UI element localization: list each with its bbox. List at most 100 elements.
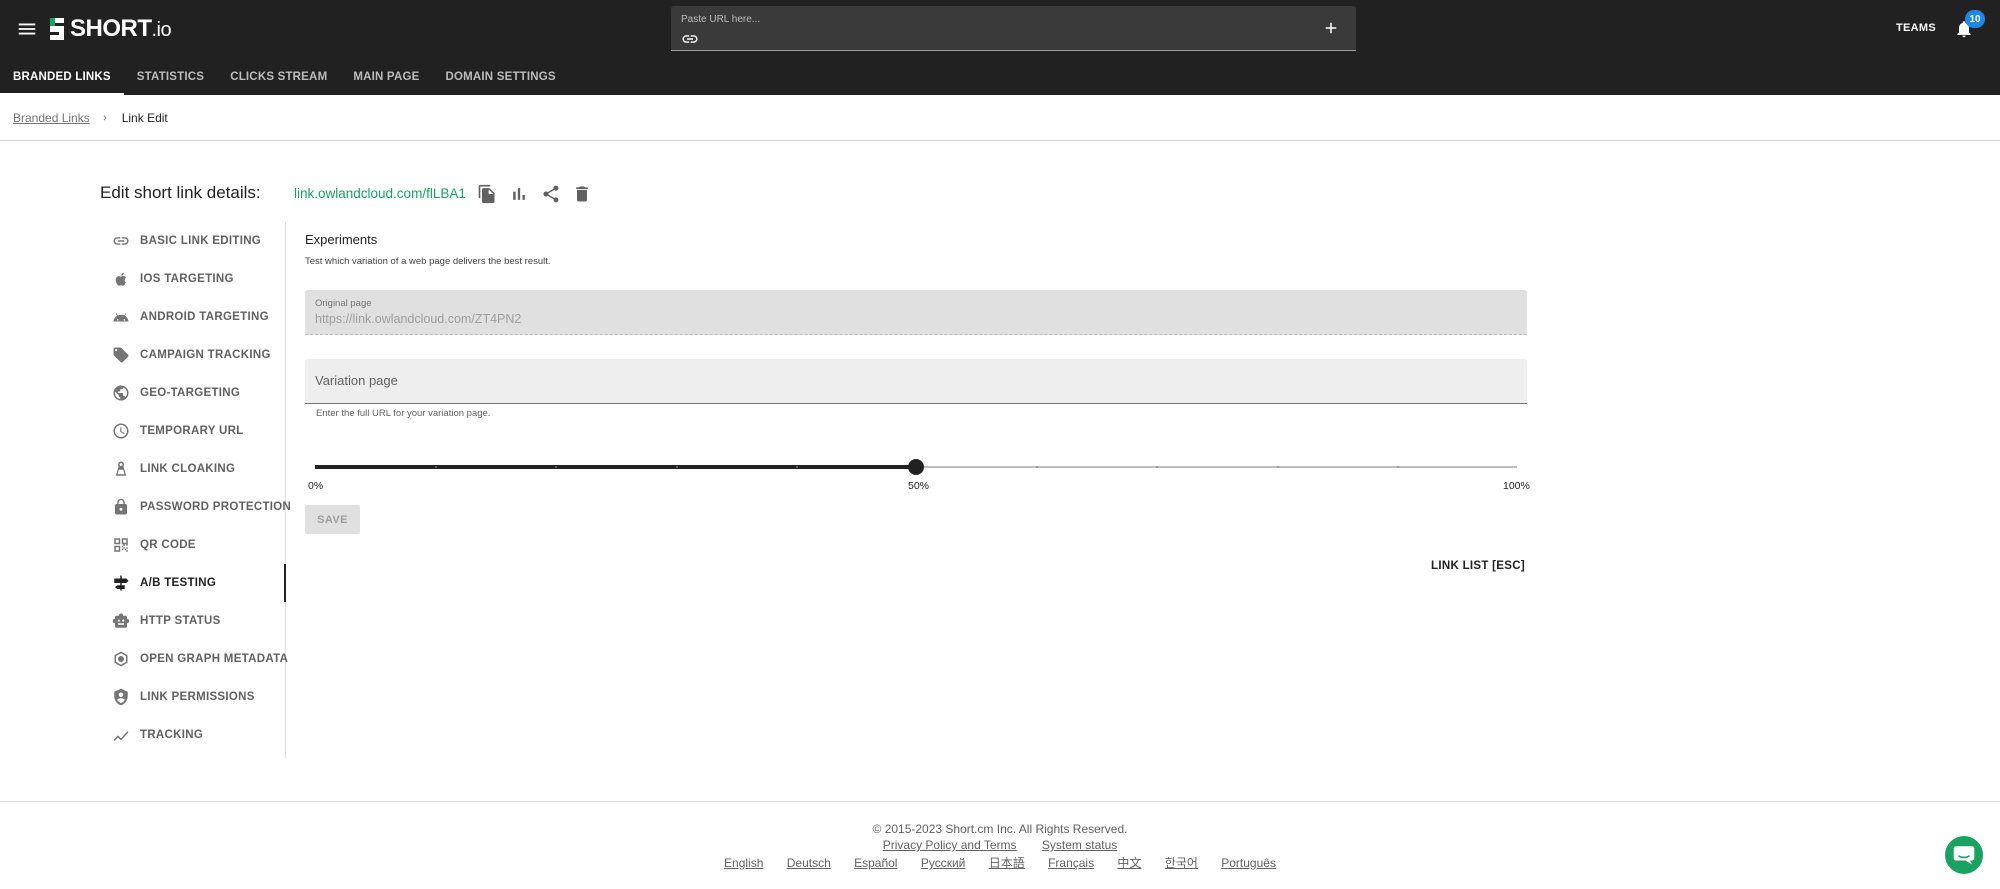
sidebar-item-label: PASSWORD PROTECTION xyxy=(140,501,292,513)
sidebar-item-campaign-tracking[interactable]: CAMPAIGN TRACKING xyxy=(100,336,286,374)
slider-thumb[interactable] xyxy=(908,459,924,475)
section-subtitle: Test which variation of a web page deliv… xyxy=(305,256,551,267)
hamburger-menu-icon[interactable] xyxy=(16,18,38,40)
sidebar-item-tracking[interactable]: TRACKING xyxy=(100,716,286,754)
sidebar-item-label: CAMPAIGN TRACKING xyxy=(140,349,271,361)
breadcrumb-branded-links[interactable]: Branded Links xyxy=(13,111,90,125)
copy-icon[interactable] xyxy=(477,184,497,204)
sidebar-item-label: GEO-TARGETING xyxy=(140,387,241,399)
slider-value-label: 50% xyxy=(908,480,930,492)
variation-page-placeholder: Variation page xyxy=(315,373,398,388)
sidebar-item-label: TEMPORARY URL xyxy=(140,425,244,437)
tab-branded-links[interactable]: BRANDED LINKS xyxy=(0,58,124,95)
top-bar: SHORT.io Paste URL here... TEAMS 10 BRAN… xyxy=(0,0,2000,95)
logo-text: SHORT.io xyxy=(70,15,172,42)
settings-sidebar: BASIC LINK EDITING IOS TARGETING ANDROID… xyxy=(100,222,291,758)
sidebar-item-android-targeting[interactable]: ANDROID TARGETING xyxy=(100,298,286,336)
slider-min-label: 0% xyxy=(308,480,324,492)
logo[interactable]: SHORT.io xyxy=(46,14,172,44)
footer: © 2015-2023 Short.cm Inc. All Rights Res… xyxy=(0,801,2000,889)
sidebar-item-http-status[interactable]: HTTP STATUS xyxy=(100,602,286,640)
language-japanese[interactable]: 日本語 xyxy=(989,856,1025,870)
shield-person-icon xyxy=(114,688,128,706)
tab-statistics[interactable]: STATISTICS xyxy=(124,58,217,95)
sidebar-item-label: LINK PERMISSIONS xyxy=(140,691,255,703)
chat-button[interactable] xyxy=(1945,836,1983,874)
globe-icon xyxy=(113,385,129,401)
copyright: © 2015-2023 Short.cm Inc. All Rights Res… xyxy=(872,822,1128,836)
original-page-field: Original page https://link.owlandcloud.c… xyxy=(305,290,1527,335)
system-status-link[interactable]: System status xyxy=(1042,838,1117,852)
tab-domain-settings[interactable]: DOMAIN SETTINGS xyxy=(432,58,568,95)
apple-icon xyxy=(115,272,127,286)
breadcrumb: Branded Links Link Edit xyxy=(0,95,2000,141)
language-english[interactable]: English xyxy=(724,856,763,870)
slider-tick xyxy=(675,466,678,468)
sidebar-item-label: A/B TESTING xyxy=(140,577,217,589)
sidebar-item-geo-targeting[interactable]: GEO-TARGETING xyxy=(100,374,286,412)
tag-icon xyxy=(113,347,129,363)
save-button[interactable]: SAVE xyxy=(305,505,360,534)
sidebar-item-open-graph-metadata[interactable]: OPEN GRAPH METADATA xyxy=(100,640,288,678)
slider-tick xyxy=(1396,466,1399,468)
footer-legal-links: Privacy Policy and Terms System status xyxy=(0,838,2000,852)
language-deutsch[interactable]: Deutsch xyxy=(787,856,831,870)
notification-badge: 10 xyxy=(1965,10,1985,28)
original-page-value: https://link.owlandcloud.com/ZT4PN2 xyxy=(315,312,522,326)
language-portugues[interactable]: Português xyxy=(1221,856,1276,870)
sidebar-item-ab-testing[interactable]: A/B TESTING xyxy=(100,564,286,602)
sidebar-item-password-protection[interactable]: PASSWORD PROTECTION xyxy=(100,488,291,526)
sidebar-item-ios-targeting[interactable]: IOS TARGETING xyxy=(100,260,286,298)
variation-helper-text: Enter the full URL for your variation pa… xyxy=(316,408,491,419)
split-icon xyxy=(114,575,129,591)
sidebar-item-link-permissions[interactable]: LINK PERMISSIONS xyxy=(100,678,286,716)
cloak-icon xyxy=(115,461,127,476)
graph-icon xyxy=(114,651,128,667)
slider-tick xyxy=(1036,466,1039,468)
sidebar-item-temporary-url[interactable]: TEMPORARY URL xyxy=(100,412,286,450)
language-espanol[interactable]: Español xyxy=(854,856,897,870)
teams-button[interactable]: TEAMS xyxy=(1896,22,1936,34)
sidebar-item-qr-code[interactable]: QR CODE xyxy=(100,526,286,564)
sidebar-item-label: LINK CLOAKING xyxy=(140,463,236,475)
slider-tick xyxy=(1156,466,1159,468)
slider-tick xyxy=(795,466,798,468)
sidebar-item-label: TRACKING xyxy=(140,729,204,741)
paste-url-input[interactable]: Paste URL here... xyxy=(671,6,1356,51)
main-tabs: BRANDED LINKS STATISTICS CLICKS STREAM M… xyxy=(0,58,569,95)
link-list-button[interactable]: LINK LIST [ESC] xyxy=(1431,560,1525,572)
breadcrumb-current: Link Edit xyxy=(121,110,168,125)
privacy-policy-link[interactable]: Privacy Policy and Terms xyxy=(883,838,1017,852)
android-icon xyxy=(113,313,129,322)
qr-code-icon xyxy=(114,538,128,552)
chevron-right-icon xyxy=(103,115,107,120)
tab-clicks-stream[interactable]: CLICKS STREAM xyxy=(217,58,340,95)
chat-icon xyxy=(1953,846,1975,865)
language-francais[interactable]: Français xyxy=(1048,856,1094,870)
add-url-button[interactable] xyxy=(1322,19,1340,37)
short-link-url[interactable]: link.owlandcloud.com/flLBA1 xyxy=(294,186,466,201)
link-icon xyxy=(682,35,698,43)
language-russian[interactable]: Русский xyxy=(921,856,966,870)
delete-icon[interactable] xyxy=(572,184,592,204)
link-icon xyxy=(113,237,129,245)
sidebar-item-basic-link-editing[interactable]: BASIC LINK EDITING xyxy=(100,222,286,260)
share-icon[interactable] xyxy=(541,184,561,204)
variation-page-input[interactable]: Variation page xyxy=(305,359,1527,404)
statistics-icon[interactable] xyxy=(509,184,529,204)
lock-icon xyxy=(115,498,127,515)
robot-icon xyxy=(112,613,130,628)
trending-icon xyxy=(113,731,129,741)
clock-icon xyxy=(113,423,129,439)
logo-mark-icon xyxy=(50,18,64,40)
original-page-label: Original page xyxy=(315,298,372,309)
sidebar-item-link-cloaking[interactable]: LINK CLOAKING xyxy=(100,450,286,488)
split-ratio-slider[interactable] xyxy=(315,457,1517,477)
language-links: English Deutsch Español Русский 日本語 Fran… xyxy=(0,854,2000,871)
language-korean[interactable]: 한국어 xyxy=(1165,856,1198,870)
page-title: Edit short link details: xyxy=(100,183,261,202)
slider-track-fill xyxy=(315,465,916,469)
slider-tick xyxy=(555,466,558,468)
tab-main-page[interactable]: MAIN PAGE xyxy=(340,58,432,95)
language-chinese[interactable]: 中文 xyxy=(1117,856,1141,870)
